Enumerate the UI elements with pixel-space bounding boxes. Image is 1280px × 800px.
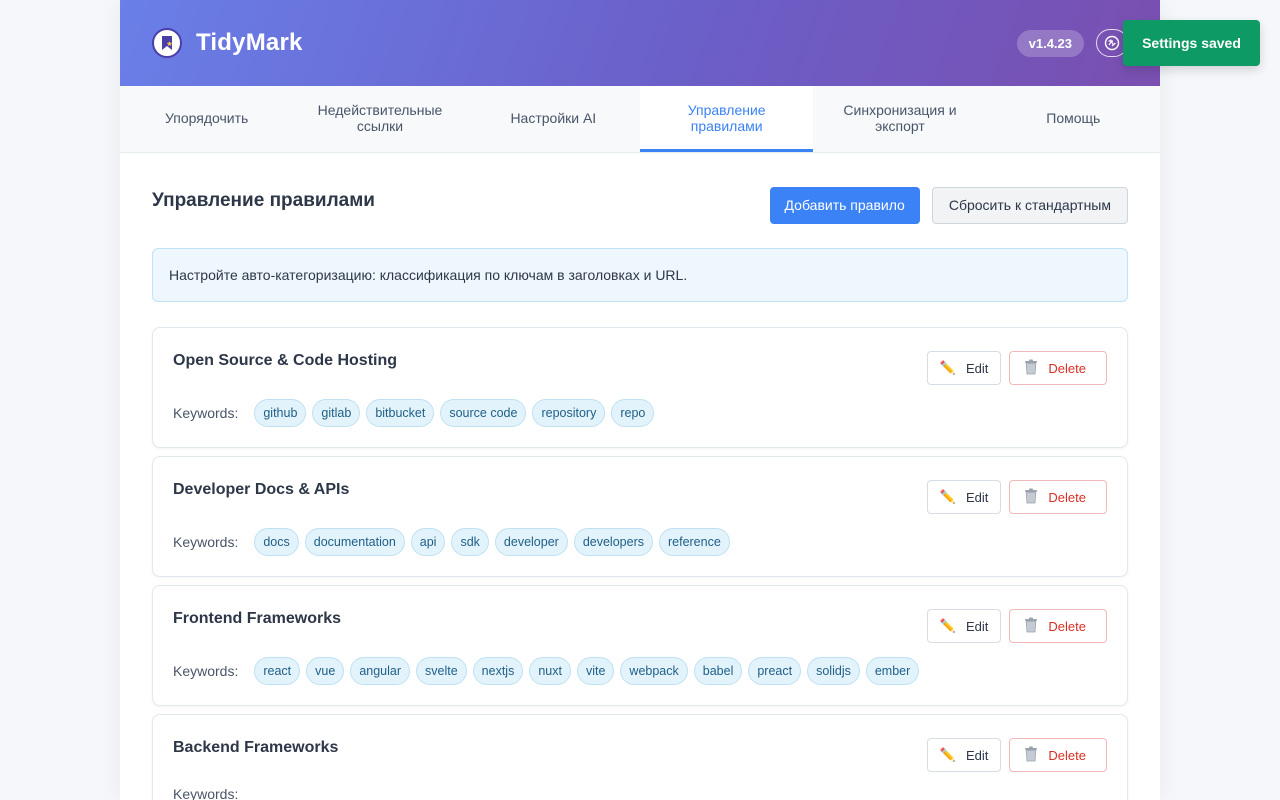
bookmark-logo-icon bbox=[152, 28, 182, 58]
keywords-label: Keywords: bbox=[173, 663, 239, 679]
edit-label: Edit bbox=[966, 360, 989, 376]
keyword-chip: ember bbox=[865, 657, 920, 685]
edit-label: Edit bbox=[966, 747, 989, 763]
keyword-chip: gitlab bbox=[312, 399, 361, 427]
rule-card: Developer Docs & APIs ✏️ Edit Delete Key… bbox=[152, 456, 1128, 577]
keywords-label: Keywords: bbox=[173, 534, 239, 550]
info-banner: Настройте авто-категоризацию: классифика… bbox=[152, 248, 1128, 302]
pencil-icon: ✏️ bbox=[939, 618, 957, 633]
edit-label: Edit bbox=[966, 489, 989, 505]
keywords-label: Keywords: bbox=[173, 405, 239, 421]
brand-name: TidyMark bbox=[196, 29, 303, 56]
edit-label: Edit bbox=[966, 618, 989, 634]
keyword-chip: nuxt bbox=[529, 657, 571, 685]
keyword-chip: solidjs bbox=[807, 657, 860, 685]
keyword-chip: api bbox=[410, 528, 446, 556]
keyword-list: Keywords: github gitlab bitbucket source co… bbox=[173, 399, 655, 427]
keyword-chip: preact bbox=[748, 657, 802, 685]
keyword-chip: vue bbox=[306, 657, 345, 685]
keyword-chip: sdk bbox=[451, 528, 489, 556]
version-badge: v1.4.23 bbox=[1016, 29, 1084, 57]
keyword-chip: documentation bbox=[304, 528, 405, 556]
rule-title: Backend Frameworks bbox=[173, 739, 339, 756]
tab-rules[interactable]: Управление правилами bbox=[639, 86, 814, 152]
keyword-chip: nextjs bbox=[472, 657, 524, 685]
keyword-chip: developers bbox=[573, 528, 653, 556]
delete-rule-button[interactable]: Delete bbox=[1009, 609, 1107, 643]
add-rule-button[interactable]: Добавить правило bbox=[769, 186, 920, 224]
pencil-icon: ✏️ bbox=[939, 489, 957, 504]
keyword-chip: repository bbox=[532, 399, 606, 427]
delete-rule-button[interactable]: Delete bbox=[1009, 480, 1107, 514]
edit-rule-button[interactable]: ✏️ Edit bbox=[926, 480, 1002, 514]
edit-rule-button[interactable]: ✏️ Edit bbox=[926, 738, 1002, 772]
trash-icon bbox=[1024, 359, 1038, 378]
app-shell: TidyMark v1.4.23 Упорядочить Недействите… bbox=[120, 0, 1160, 800]
delete-label: Delete bbox=[1048, 747, 1086, 763]
delete-rule-button[interactable]: Delete bbox=[1009, 738, 1107, 772]
keyword-chip: webpack bbox=[620, 657, 688, 685]
trash-icon bbox=[1024, 746, 1038, 765]
rule-title: Developer Docs & APIs bbox=[173, 481, 350, 498]
keyword-chip: github bbox=[254, 399, 307, 427]
delete-rule-button[interactable]: Delete bbox=[1009, 351, 1107, 385]
rule-card: Backend Frameworks ✏️ Edit Delete Keywor… bbox=[152, 714, 1128, 800]
keywords-label: Keywords: bbox=[173, 786, 239, 800]
trash-icon bbox=[1024, 617, 1038, 636]
rules-list: Open Source & Code Hosting ✏️ Edit Delet… bbox=[152, 327, 1128, 800]
keyword-list: Keywords: react vue angular svelte nextjs nux… bbox=[173, 657, 920, 685]
keyword-list: Keywords: docs documentation api sdk develop… bbox=[173, 528, 730, 556]
keyword-chip: source code bbox=[440, 399, 527, 427]
keyword-chip: angular bbox=[350, 657, 411, 685]
pencil-icon: ✏️ bbox=[939, 747, 957, 762]
delete-label: Delete bbox=[1048, 489, 1086, 505]
rule-card: Open Source & Code Hosting ✏️ Edit Delet… bbox=[152, 327, 1128, 448]
tab-organize[interactable]: Упорядочить bbox=[120, 86, 293, 152]
tab-help[interactable]: Помощь bbox=[987, 86, 1160, 152]
keyword-list: Keywords: bbox=[173, 786, 248, 800]
rule-card: Frontend Frameworks ✏️ Edit Delete Keywo… bbox=[152, 585, 1128, 706]
rules-panel: Управление правилами Добавить правило Сб… bbox=[120, 153, 1160, 800]
main-tabs: Упорядочить Недействительные ссылки Наст… bbox=[120, 86, 1160, 153]
toast-notification: Settings saved bbox=[1123, 20, 1260, 66]
keyword-chip: repo bbox=[611, 399, 655, 427]
edit-rule-button[interactable]: ✏️ Edit bbox=[926, 609, 1002, 643]
keyword-chip: docs bbox=[254, 528, 299, 556]
keyword-chip: react bbox=[254, 657, 301, 685]
keyword-chip: reference bbox=[658, 528, 730, 556]
keyword-chip: babel bbox=[693, 657, 743, 685]
keyword-chip: bitbucket bbox=[366, 399, 435, 427]
keyword-chip: developer bbox=[494, 528, 568, 556]
tab-sync-export[interactable]: Синхронизация и экспорт bbox=[813, 86, 986, 152]
trash-icon bbox=[1024, 488, 1038, 507]
pencil-icon: ✏️ bbox=[939, 360, 957, 375]
tab-ai-settings[interactable]: Настройки AI bbox=[467, 86, 640, 152]
delete-label: Delete bbox=[1048, 618, 1086, 634]
keyword-chip: svelte bbox=[416, 657, 467, 685]
app-header: TidyMark v1.4.23 bbox=[120, 0, 1160, 86]
keyword-chip: vite bbox=[576, 657, 615, 685]
delete-label: Delete bbox=[1048, 360, 1086, 376]
page-title: Управление правилами bbox=[152, 190, 375, 211]
tab-broken-links[interactable]: Недействительные ссылки bbox=[293, 86, 466, 152]
edit-rule-button[interactable]: ✏️ Edit bbox=[926, 351, 1002, 385]
reset-defaults-button[interactable]: Сбросить к стандартным bbox=[931, 186, 1128, 224]
rule-title: Open Source & Code Hosting bbox=[173, 352, 398, 369]
rule-title: Frontend Frameworks bbox=[173, 610, 342, 627]
